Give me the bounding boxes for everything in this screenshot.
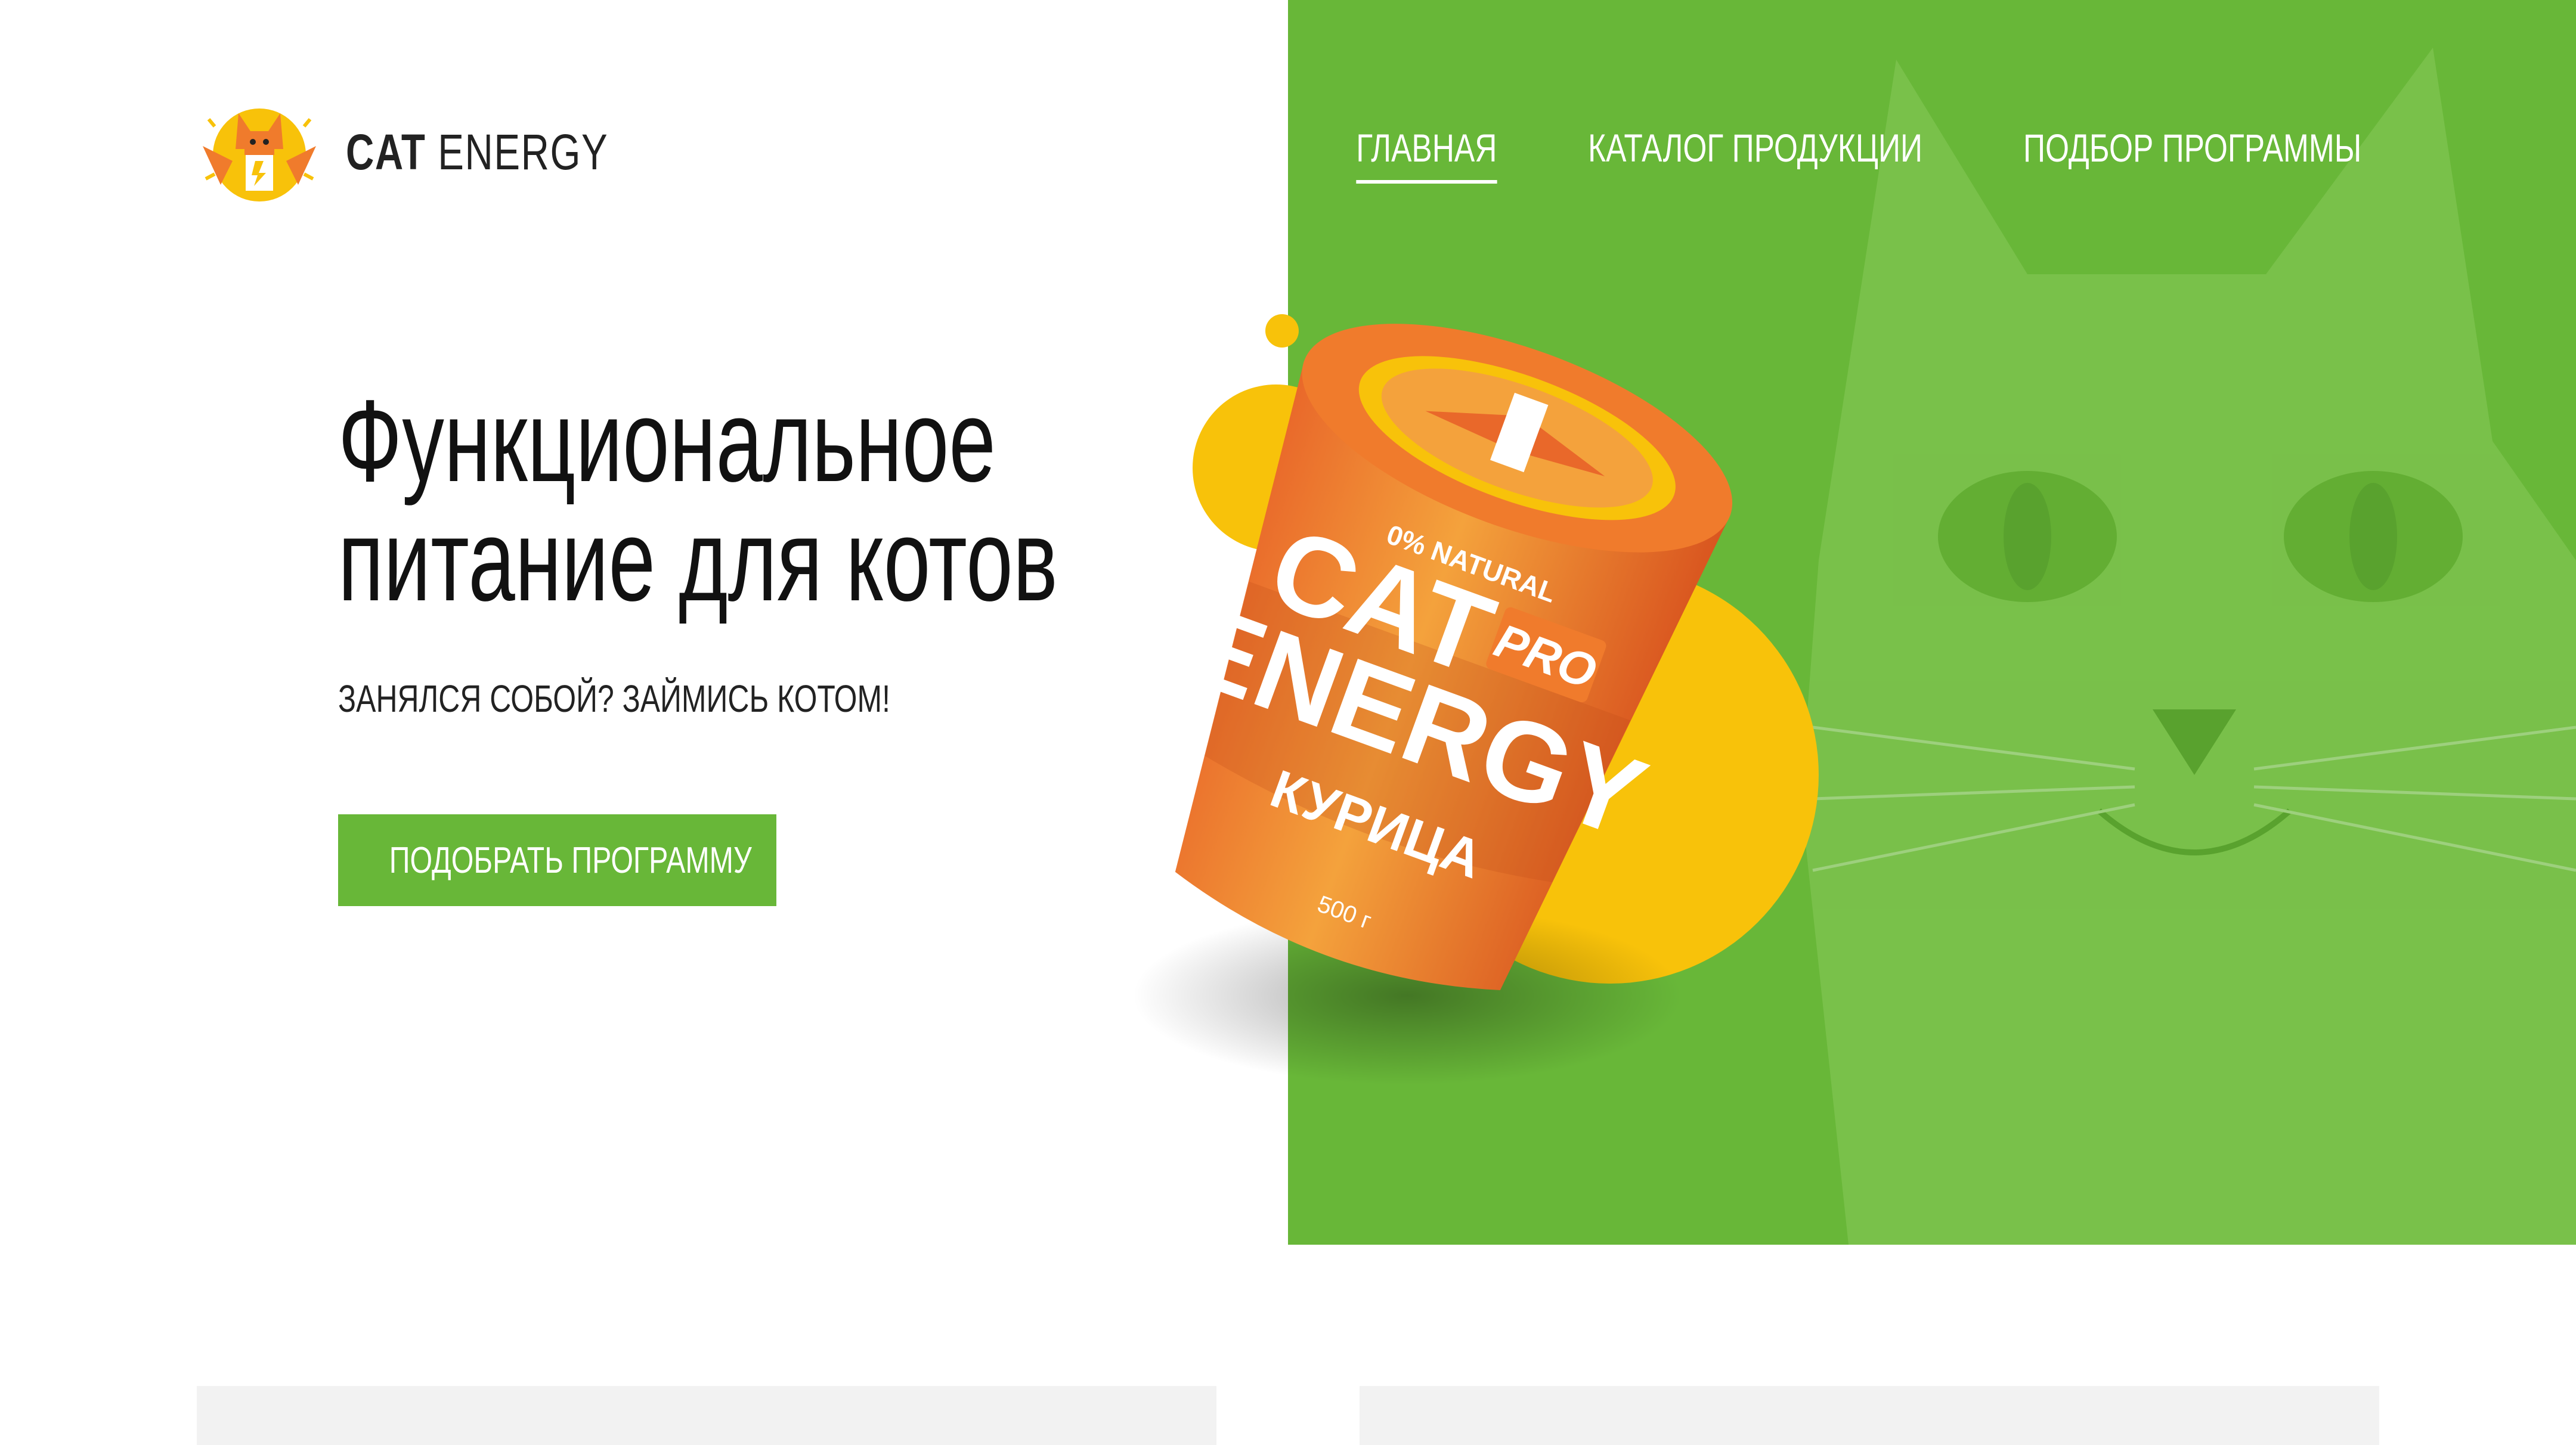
product-jar-image: 0% NATURAL CAT PRO ENERGY КУРИЦА 500 г bbox=[1133, 314, 1819, 1085]
feature-card bbox=[1360, 1386, 2379, 1445]
brand-name: CAT ENERGY bbox=[346, 123, 608, 181]
hero-title: Функциональное питание для котов bbox=[338, 382, 1058, 620]
main-nav: ГЛАВНАЯ КАТАЛОГ ПРОДУКЦИИ ПОДБОР ПРОГРАМ… bbox=[1336, 125, 2379, 184]
brand-name-bold: CAT bbox=[346, 123, 426, 180]
feature-card bbox=[197, 1386, 1216, 1445]
hero-subtitle: ЗАНЯЛСЯ СОБОЙ? ЗАЙМИСЬ КОТОМ! bbox=[338, 677, 890, 720]
superhero-cat-icon bbox=[203, 108, 316, 201]
hero-title-line-2: питание для котов bbox=[338, 495, 1058, 625]
brand-name-regular: ENERGY bbox=[438, 123, 609, 180]
nav-item-program[interactable]: ПОДБОР ПРОГРАММЫ bbox=[2023, 125, 2361, 184]
nav-item-catalog[interactable]: КАТАЛОГ ПРОДУКЦИИ bbox=[1588, 125, 1922, 184]
decor-dot-small bbox=[1265, 314, 1299, 348]
hero-title-line-1: Функциональное bbox=[338, 376, 996, 506]
select-program-button-label: ПОДОБРАТЬ ПРОГРАММУ bbox=[389, 839, 752, 881]
brand-logo[interactable]: CAT ENERGY bbox=[197, 95, 683, 209]
select-program-button[interactable]: ПОДОБРАТЬ ПРОГРАММУ bbox=[338, 814, 776, 906]
nav-item-home[interactable]: ГЛАВНАЯ bbox=[1356, 125, 1497, 184]
